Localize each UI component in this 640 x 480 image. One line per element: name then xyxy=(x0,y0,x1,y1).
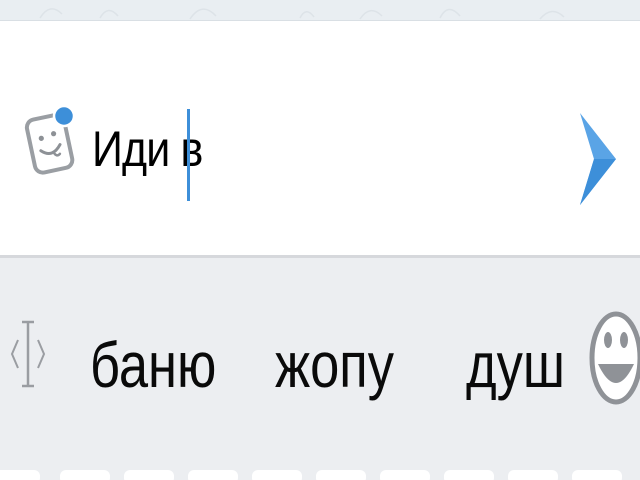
key[interactable] xyxy=(124,470,174,480)
key[interactable] xyxy=(188,470,238,480)
prediction-bar: баню жопу душ xyxy=(0,258,640,480)
key[interactable] xyxy=(60,470,110,480)
keyboard-keys-row xyxy=(0,470,640,480)
key[interactable] xyxy=(444,470,494,480)
notification-badge xyxy=(52,104,76,128)
chat-background xyxy=(0,0,640,21)
chat-screen: Иди в баню жопу душ xyxy=(0,0,640,480)
message-text: Иди в xyxy=(92,121,203,177)
suggestion-3[interactable]: душ xyxy=(466,330,565,400)
message-input[interactable]: Иди в xyxy=(92,121,221,211)
message-composer: Иди в xyxy=(0,21,640,255)
text-cursor-icon xyxy=(10,320,46,388)
suggestion-2[interactable]: жопу xyxy=(275,330,394,400)
key[interactable] xyxy=(252,470,302,480)
emoji-button[interactable] xyxy=(586,306,640,410)
key[interactable] xyxy=(380,470,430,480)
sticker-icon xyxy=(24,104,76,175)
send-arrow-icon xyxy=(580,113,616,205)
cursor-control-button[interactable] xyxy=(8,314,48,394)
key[interactable] xyxy=(572,470,622,480)
key[interactable] xyxy=(0,470,40,480)
text-caret xyxy=(187,109,190,201)
smiley-icon xyxy=(589,311,640,405)
suggestion-1[interactable]: баню xyxy=(90,330,216,400)
key[interactable] xyxy=(508,470,558,480)
sticker-button[interactable] xyxy=(22,83,78,183)
send-button[interactable] xyxy=(574,107,620,207)
key[interactable] xyxy=(316,470,366,480)
